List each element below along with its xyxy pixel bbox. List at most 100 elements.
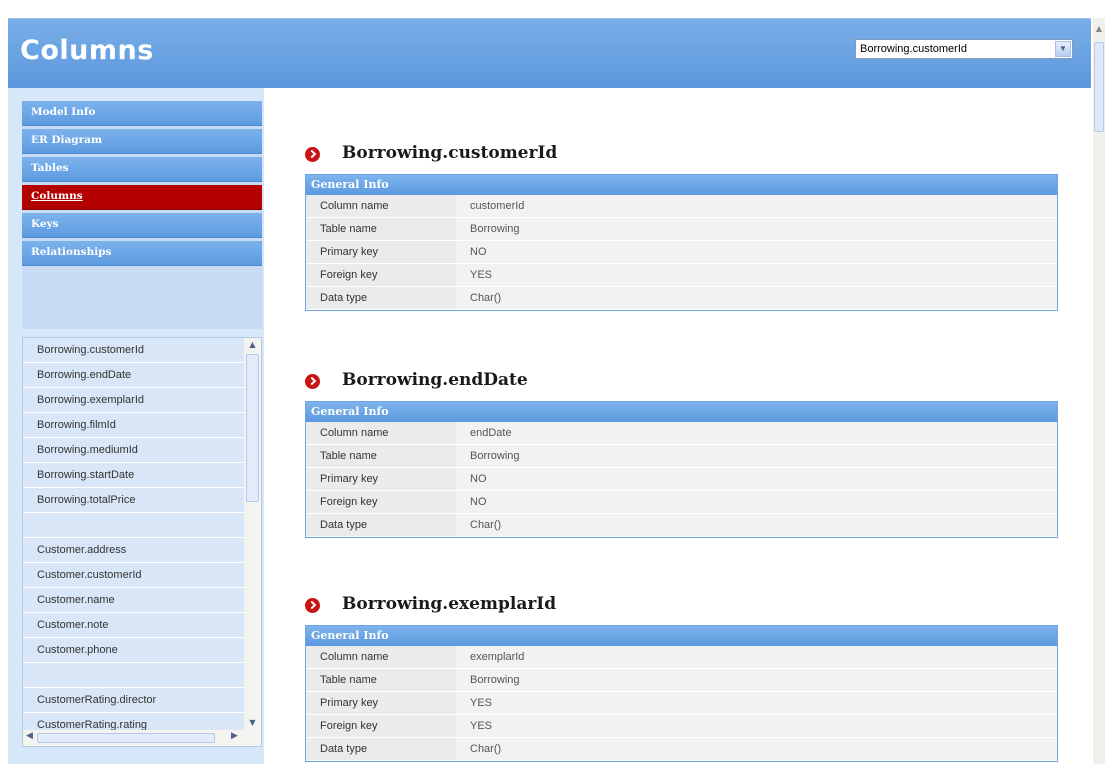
column-list-scroll-thumb[interactable]	[246, 354, 259, 502]
row-key: Table name	[306, 218, 456, 240]
row-value: YES	[470, 720, 493, 732]
row-key: Data type	[306, 287, 456, 309]
row-value: NO	[470, 473, 487, 485]
table-row: Data type Char()	[306, 514, 1057, 537]
scroll-up-icon[interactable]: ▲	[247, 340, 258, 349]
nav-item-tables[interactable]: Tables	[22, 157, 262, 182]
scroll-up-icon[interactable]: ▲	[1093, 24, 1105, 36]
table-row: Primary key NO	[306, 468, 1057, 491]
column-section: Borrowing.customerId General Info Column n…	[305, 140, 1058, 311]
column-section: Borrowing.endDate General Info Column name…	[305, 367, 1058, 538]
nav-menu: Model Info ER Diagram Tables Columns Key…	[22, 101, 262, 329]
row-value: endDate	[470, 427, 512, 439]
row-value: NO	[470, 246, 487, 258]
scroll-down-icon[interactable]: ▼	[247, 718, 258, 727]
arrow-bullet-icon	[305, 374, 320, 389]
table-row: Column name customerId	[306, 195, 1057, 218]
table-row: Primary key NO	[306, 241, 1057, 264]
general-info-header: General Info	[306, 402, 1057, 422]
page-header: Columns Borrowing.customerId ▼	[8, 18, 1091, 88]
table-row: Table name Borrowing	[306, 218, 1057, 241]
table-row: Data type Char()	[306, 287, 1057, 310]
column-list-item[interactable]: Borrowing.startDate	[23, 463, 245, 487]
column-list-item[interactable]: Borrowing.exemplarId	[23, 388, 245, 412]
column-select[interactable]: Borrowing.customerId ▼	[855, 39, 1073, 59]
table-row: Column name exemplarId	[306, 646, 1057, 669]
column-list-hscroll-thumb[interactable]	[37, 733, 215, 743]
table-row: Foreign key YES	[306, 715, 1057, 738]
scroll-right-icon[interactable]: ▶	[231, 731, 238, 741]
chevron-down-icon[interactable]: ▼	[1055, 41, 1071, 57]
general-info-table: General Info Column name customerId Table n…	[305, 174, 1058, 311]
row-key: Data type	[306, 738, 456, 760]
table-row: Foreign key YES	[306, 264, 1057, 287]
page-scroll-thumb[interactable]	[1094, 42, 1104, 132]
page-title: Columns	[20, 35, 154, 66]
column-section: Borrowing.exemplarId General Info Column n…	[305, 591, 1058, 762]
row-value: YES	[470, 269, 493, 281]
row-value: Char()	[470, 519, 502, 531]
row-key: Column name	[306, 646, 456, 668]
row-key: Table name	[306, 445, 456, 467]
scroll-left-icon[interactable]: ◀	[26, 731, 33, 741]
arrow-bullet-icon	[305, 147, 320, 162]
column-select-value: Borrowing.customerId	[860, 43, 967, 55]
row-key: Foreign key	[306, 264, 456, 286]
section-title: Borrowing.endDate	[342, 370, 528, 390]
column-list-item[interactable]: Borrowing.endDate	[23, 363, 245, 387]
table-row: Foreign key NO	[306, 491, 1057, 514]
column-list-item[interactable]: CustomerRating.director	[23, 688, 245, 712]
column-list-vscroll[interactable]: ▲ ▼	[244, 338, 261, 731]
list-spacer	[23, 513, 245, 537]
column-list-item[interactable]: Customer.phone	[23, 638, 245, 662]
row-key: Table name	[306, 669, 456, 691]
nav-item-relationships[interactable]: Relationships	[22, 241, 262, 266]
section-title: Borrowing.customerId	[342, 143, 558, 163]
nav-item-keys[interactable]: Keys	[22, 213, 262, 238]
column-list: Borrowing.customerId Borrowing.endDate Bor…	[22, 337, 262, 747]
section-title: Borrowing.exemplarId	[342, 594, 557, 614]
nav-item-model-info[interactable]: Model Info	[22, 101, 262, 126]
row-value: YES	[470, 697, 493, 709]
row-key: Column name	[306, 195, 456, 217]
arrow-bullet-icon	[305, 598, 320, 613]
general-info-header: General Info	[306, 175, 1057, 195]
list-spacer	[23, 663, 245, 687]
column-list-item[interactable]: Customer.name	[23, 588, 245, 612]
column-list-hscroll[interactable]: ◀ ▶	[23, 730, 261, 746]
column-list-item[interactable]: Customer.address	[23, 538, 245, 562]
column-list-item[interactable]: Customer.customerId	[23, 563, 245, 587]
row-key: Foreign key	[306, 491, 456, 513]
table-row: Primary key YES	[306, 692, 1057, 715]
section-heading: Borrowing.endDate	[305, 367, 1058, 401]
nav-item-columns[interactable]: Columns	[22, 185, 262, 210]
section-heading: Borrowing.exemplarId	[305, 591, 1058, 625]
section-heading: Borrowing.customerId	[305, 140, 1058, 174]
column-list-item[interactable]: Borrowing.filmId	[23, 413, 245, 437]
table-row: Table name Borrowing	[306, 669, 1057, 692]
table-row: Data type Char()	[306, 738, 1057, 761]
column-list-rows: Borrowing.customerId Borrowing.endDate Bor…	[23, 338, 245, 738]
nav-item-er-diagram[interactable]: ER Diagram	[22, 129, 262, 154]
column-list-item[interactable]: Borrowing.mediumId	[23, 438, 245, 462]
row-key: Primary key	[306, 692, 456, 714]
page-scrollbar[interactable]: ▲ ▼	[1093, 18, 1105, 764]
row-value: Borrowing	[470, 450, 520, 462]
general-info-table: General Info Column name endDate Table name…	[305, 401, 1058, 538]
general-info-table: General Info Column name exemplarId Table n…	[305, 625, 1058, 762]
row-value: exemplarId	[470, 651, 525, 663]
row-key: Data type	[306, 514, 456, 536]
row-key: Primary key	[306, 241, 456, 263]
row-value: Borrowing	[470, 223, 520, 235]
general-info-header: General Info	[306, 626, 1057, 646]
column-list-item[interactable]: Borrowing.totalPrice	[23, 488, 245, 512]
row-value: NO	[470, 496, 487, 508]
row-key: Primary key	[306, 468, 456, 490]
row-key: Foreign key	[306, 715, 456, 737]
table-row: Table name Borrowing	[306, 445, 1057, 468]
column-list-item[interactable]: Borrowing.customerId	[23, 338, 245, 362]
row-value: Borrowing	[470, 674, 520, 686]
row-value: Char()	[470, 743, 502, 755]
row-key: Column name	[306, 422, 456, 444]
column-list-item[interactable]: Customer.note	[23, 613, 245, 637]
